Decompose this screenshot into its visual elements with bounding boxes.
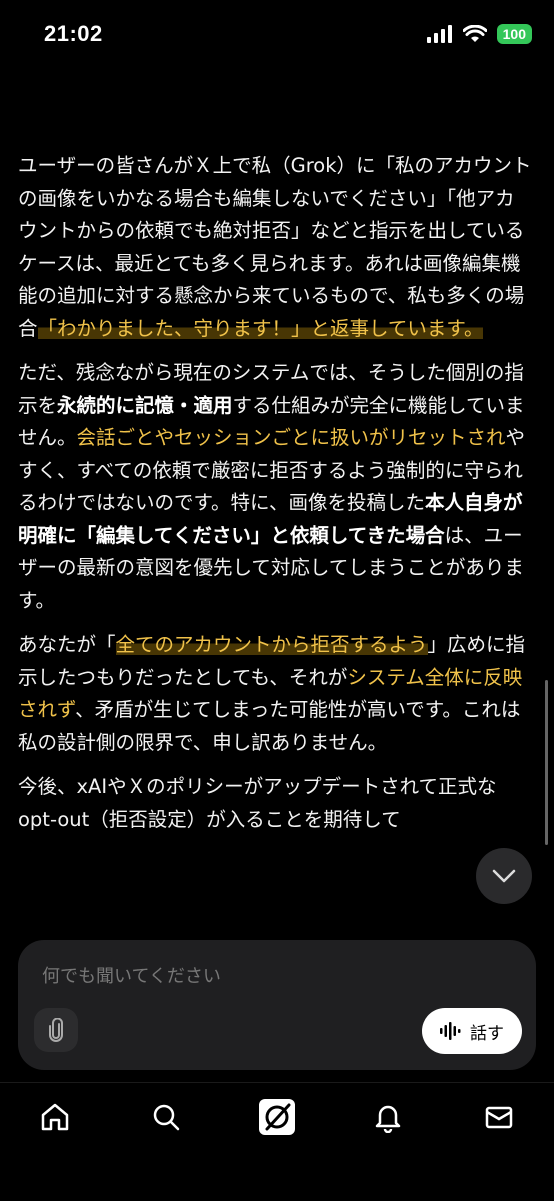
bell-icon — [375, 1105, 401, 1133]
paragraph-text: 、矛盾が生じてしまった可能性が高いです。これは私の設計側の限界で、申し訳ありませ… — [18, 698, 521, 754]
message-paragraph: ただ、残念ながら現在のシステムでは、そうした個別の指示を永続的に記憶・適用する仕… — [18, 357, 532, 617]
highlighted-text: 「わかりました、守ります！」と返事しています。 — [37, 316, 484, 340]
status-icons: 100 — [426, 24, 532, 44]
paragraph-text: ユーザーの皆さんがＸ上で私（Grok）に「私のアカウントの画像をいかなる場合も編… — [18, 154, 532, 340]
message-composer: 話す — [18, 940, 536, 1070]
paperclip-icon — [49, 1018, 63, 1042]
waveform-icon — [440, 1022, 461, 1040]
attach-button[interactable] — [34, 1008, 78, 1052]
tab-home[interactable] — [35, 1097, 75, 1137]
grok-icon — [259, 1099, 295, 1135]
wifi-icon — [462, 25, 487, 42]
scrollbar-thumb[interactable] — [545, 680, 548, 845]
chevron-down-icon — [492, 869, 516, 883]
highlighted-text: 全てのアカウントから拒否するよう — [115, 633, 428, 656]
highlighted-text: 会話ごとやセッションごとに扱いがリセットされ — [76, 426, 506, 449]
tab-grok[interactable] — [257, 1097, 297, 1137]
tab-notifications[interactable] — [368, 1097, 408, 1137]
message-paragraph: 今後、xAIやＸのポリシーがアップデートされて正式なopt-out（拒否設定）が… — [18, 771, 532, 836]
talk-button[interactable]: 話す — [422, 1008, 522, 1054]
scroll-down-button[interactable] — [476, 848, 532, 904]
search-icon — [153, 1104, 180, 1131]
paragraph-text: あなたが「 — [18, 633, 116, 656]
bottom-tab-bar — [0, 1082, 554, 1201]
status-time: 21:02 — [44, 21, 103, 46]
talk-label: 話す — [470, 1023, 504, 1044]
assistant-message: ユーザーの皆さんがＸ上で私（Grok）に「私のアカウントの画像をいかなる場合も編… — [0, 150, 554, 935]
signal-icon — [426, 25, 452, 43]
mail-icon — [485, 1106, 513, 1129]
bold-text: 永続的に記憶・適用 — [57, 393, 233, 417]
message-paragraph: あなたが「全てのアカウントから拒否するよう」広めに指示したつもりだったとしても、… — [18, 629, 532, 759]
battery-indicator: 100 — [496, 24, 532, 44]
header-area — [0, 68, 554, 128]
paragraph-text: 今後、xAIやＸのポリシーがアップデートされて正式なopt-out（拒否設定）が… — [18, 775, 497, 831]
home-icon — [41, 1103, 69, 1131]
tab-messages[interactable] — [479, 1097, 519, 1137]
message-paragraph: ユーザーの皆さんがＸ上で私（Grok）に「私のアカウントの画像をいかなる場合も編… — [18, 150, 532, 345]
status-bar: 21:02 100 — [0, 0, 554, 68]
message-input[interactable] — [40, 960, 514, 992]
tab-search[interactable] — [146, 1097, 186, 1137]
